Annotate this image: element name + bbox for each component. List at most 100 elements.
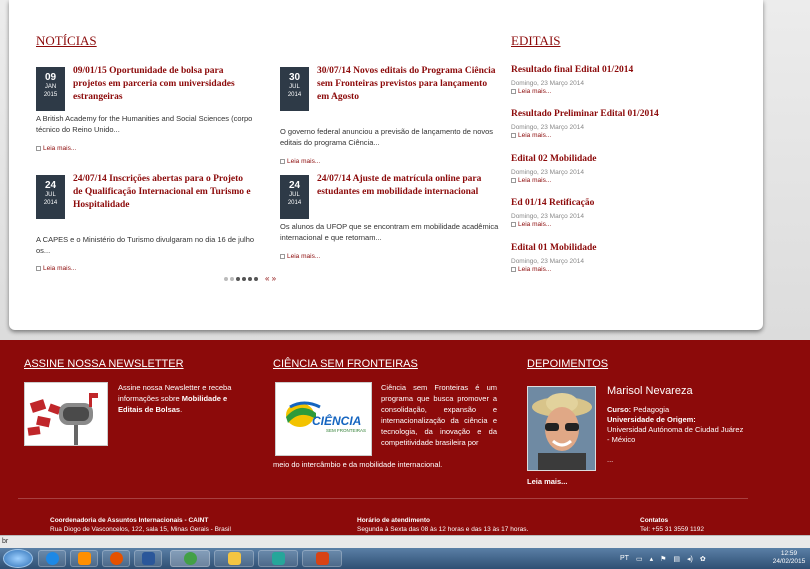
- course-value: Pedagogia: [631, 405, 670, 414]
- pager-arrows[interactable]: « »: [265, 274, 276, 283]
- avatar[interactable]: [527, 386, 596, 471]
- taskbar-media-button[interactable]: [70, 550, 98, 567]
- pager-dot[interactable]: [224, 276, 228, 281]
- pager-dot[interactable]: [230, 276, 234, 281]
- csf-heading[interactable]: CIÊNCIA SEM FRONTEIRAS: [273, 358, 418, 370]
- read-more-link[interactable]: Leia mais...: [511, 132, 751, 139]
- footer-phone: Tel: +55 31 3559 1192: [640, 526, 705, 533]
- newsletter-mailbox-image[interactable]: [24, 382, 108, 446]
- footer-hours-title: Horário de atendimento: [357, 517, 430, 524]
- edital-item: Resultado Preliminar Edital 01/2014 Domi…: [511, 109, 751, 139]
- read-more-link[interactable]: Leia mais...: [511, 221, 751, 228]
- read-more-label: Leia mais...: [518, 88, 552, 95]
- date-day: 24: [44, 180, 57, 191]
- date-day: 24: [288, 180, 301, 191]
- news-item: 09 JAN 2015 09/01/15 Oportunidade de bol…: [36, 65, 258, 175]
- newsletter-heading[interactable]: ASSINE NOSSA NEWSLETTER: [24, 358, 184, 370]
- taskbar-ie-button[interactable]: [38, 550, 66, 567]
- news-title-link[interactable]: 30/07/14 Novos editais do Programa Ciênc…: [317, 65, 497, 104]
- system-tray: PT ▭ ▴ ⚑ ▤ ◂) ✿: [620, 548, 706, 569]
- read-more-link[interactable]: Leia mais...: [280, 158, 320, 165]
- media-player-icon: [77, 552, 91, 565]
- windows-taskbar: PT ▭ ▴ ⚑ ▤ ◂) ✿ 12:59 24/02/2015: [0, 548, 810, 569]
- network-icon[interactable]: ▤: [673, 555, 680, 563]
- taskbar-explorer-button[interactable]: [214, 550, 254, 567]
- date-day: 30: [288, 72, 301, 83]
- read-more-link[interactable]: Leia mais...: [36, 265, 76, 272]
- pager-dot[interactable]: [248, 276, 252, 281]
- editais-heading[interactable]: EDITAIS: [511, 33, 561, 49]
- volume-icon[interactable]: ◂): [687, 555, 693, 563]
- app-tray-icon[interactable]: ✿: [700, 555, 706, 563]
- testimonial-name: Marisol Nevareza: [607, 385, 693, 397]
- read-more-label: Leia mais...: [518, 266, 552, 273]
- testimonial-read-more[interactable]: Leia mais...: [527, 476, 567, 487]
- edital-title-link[interactable]: Edital 01 Mobilidade: [511, 243, 751, 253]
- pager-dot[interactable]: [236, 276, 240, 281]
- document-icon: [511, 133, 516, 138]
- edital-title-link[interactable]: Edital 02 Mobilidade: [511, 154, 751, 164]
- system-clock[interactable]: 12:59 24/02/2015: [770, 550, 808, 566]
- taskbar-chrome-button[interactable]: [170, 550, 210, 567]
- taskbar-word-button[interactable]: [134, 550, 162, 567]
- date-year: 2014: [43, 200, 58, 206]
- footer-address: Coordenadoria de Assuntos Internacionais…: [50, 516, 231, 534]
- read-more-label: Leia mais...: [518, 132, 552, 139]
- powerpoint-icon: [315, 552, 329, 565]
- news-item: 30 JUL 2014 30/07/14 Novos editais do Pr…: [280, 65, 502, 175]
- csf-logo-subtext: SEM FRONTEIRAS: [326, 428, 367, 433]
- csf-logo[interactable]: CIÊNCIA SEM FRONTEIRAS: [275, 382, 372, 456]
- read-more-link[interactable]: Leia mais...: [511, 177, 751, 184]
- edital-item: Resultado final Edital 01/2014 Domingo, …: [511, 65, 751, 95]
- start-button[interactable]: [3, 549, 33, 568]
- edital-date: Domingo, 23 Março 2014: [511, 258, 584, 265]
- footer-address-text: Rua Diogo de Vasconcelos, 122, sala 15, …: [50, 526, 231, 533]
- edital-title-link[interactable]: Resultado Preliminar Edital 01/2014: [511, 109, 751, 119]
- edital-date: Domingo, 23 Março 2014: [511, 124, 584, 131]
- taskbar-paint-button[interactable]: [258, 550, 298, 567]
- news-excerpt: A CAPES e o Ministério do Turismo divulg…: [36, 235, 255, 255]
- news-heading[interactable]: NOTÍCIAS: [36, 33, 97, 49]
- taskbar-powerpoint-button[interactable]: [302, 550, 342, 567]
- read-more-label: Leia mais...: [43, 145, 77, 152]
- document-icon: [511, 267, 516, 272]
- news-title-link[interactable]: 24/07/14 Inscrições abertas para o Proje…: [73, 173, 253, 212]
- firefox-icon: [109, 552, 123, 565]
- news-excerpt: A British Academy for the Humanities and…: [36, 114, 253, 134]
- date-year: 2015: [43, 92, 58, 98]
- date-month: JUL: [45, 192, 56, 198]
- edital-date: Domingo, 23 Março 2014: [511, 80, 584, 87]
- pager-dot[interactable]: [254, 276, 258, 281]
- news-title-link[interactable]: 24/07/14 Ajuste de matrícula online para…: [317, 173, 497, 199]
- edital-title-link[interactable]: Resultado final Edital 01/2014: [511, 65, 751, 75]
- news-title-link[interactable]: 09/01/15 Oportunidade de bolsa para proj…: [73, 65, 253, 104]
- csf-text: Ciência sem Fronteiras é um programa que…: [381, 383, 497, 447]
- paint-icon: [271, 552, 285, 565]
- csf-text-continued: meio do intercâmbio e da mobilidade inte…: [273, 460, 443, 469]
- date-badge: 09 JAN 2015: [36, 67, 65, 111]
- document-icon: [36, 266, 41, 271]
- date-month: JUL: [289, 192, 300, 198]
- read-more-link[interactable]: Leia mais...: [36, 145, 76, 152]
- read-more-link[interactable]: Leia mais...: [280, 253, 320, 260]
- taskbar-firefox-button[interactable]: [102, 550, 130, 567]
- news-item: 24 JUL 2014 24/07/14 Ajuste de matrícula…: [280, 173, 502, 268]
- read-more-label: Leia mais...: [518, 221, 552, 228]
- browser-status-bar: br: [0, 535, 810, 548]
- flag-icon[interactable]: ⚑: [660, 555, 666, 563]
- edital-date: Domingo, 23 Março 2014: [511, 213, 584, 220]
- date-month: JAN: [44, 84, 57, 90]
- clock-date: 24/02/2015: [772, 558, 806, 565]
- depoimentos-heading[interactable]: DEPOIMENTOS: [527, 358, 608, 370]
- read-more-link[interactable]: Leia mais...: [511, 88, 751, 95]
- testimonial-details: Curso: Pedagogia Universidade de Origem:…: [607, 405, 747, 465]
- pager-dot[interactable]: [242, 276, 246, 281]
- edital-title-link[interactable]: Ed 01/14 Retificação: [511, 198, 751, 208]
- keyboard-icon[interactable]: ▭: [636, 555, 643, 563]
- document-icon: [511, 89, 516, 94]
- person-photo-icon: [528, 387, 595, 470]
- show-hidden-icons[interactable]: ▴: [650, 555, 654, 563]
- language-indicator[interactable]: PT: [620, 555, 629, 562]
- date-year: 2014: [287, 92, 302, 98]
- read-more-link[interactable]: Leia mais...: [511, 266, 751, 273]
